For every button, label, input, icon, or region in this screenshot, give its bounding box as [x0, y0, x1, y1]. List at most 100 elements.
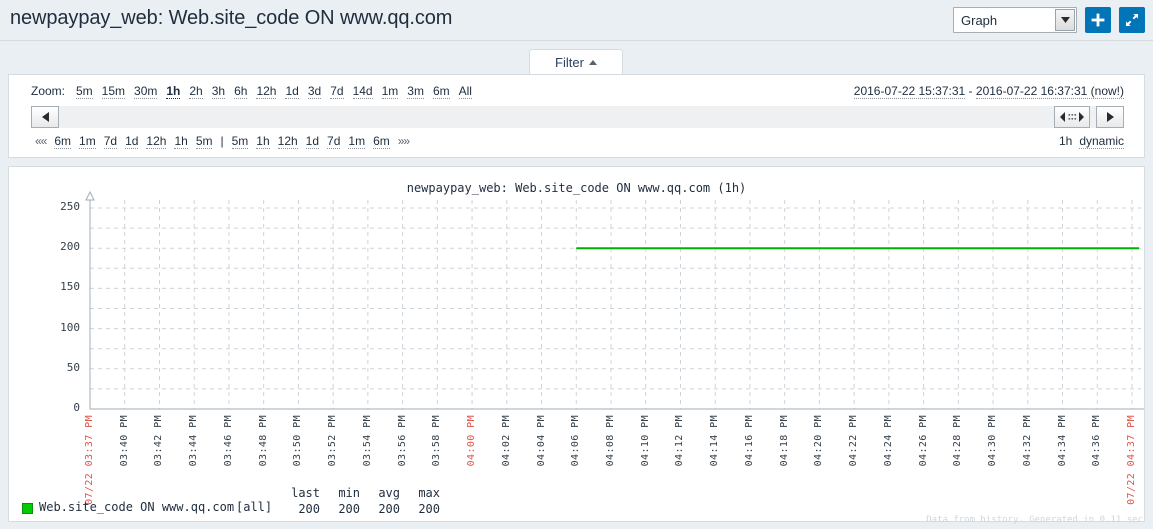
step-back-12h[interactable]: 12h	[146, 134, 167, 149]
zoom-link-2h[interactable]: 2h	[189, 84, 203, 99]
step-back-1h[interactable]: 1h	[174, 134, 188, 149]
zoom-link-1m[interactable]: 1m	[381, 84, 399, 99]
zoom-link-30m[interactable]: 30m	[134, 84, 158, 99]
x-tick-label: 03:52 PM	[327, 415, 339, 467]
x-tick-label: 03:48 PM	[257, 415, 269, 467]
y-tick-label: 150	[60, 280, 80, 294]
zoom-link-5m[interactable]: 5m	[76, 84, 93, 99]
page-title: newpaypay_web: Web.site_code ON www.qq.c…	[10, 7, 453, 29]
step-first-link[interactable]: ««	[35, 134, 47, 148]
step-back-5m[interactable]: 5m	[195, 134, 213, 149]
x-tick-label: 04:34 PM	[1056, 415, 1068, 467]
step-fwd-1m[interactable]: 1m	[348, 134, 366, 149]
triangle-right-icon	[1106, 112, 1114, 122]
x-tick-label: 04:02 PM	[500, 415, 512, 467]
x-tick-label: 03:40 PM	[118, 415, 130, 467]
zoom-link-1h[interactable]: 1h	[166, 84, 181, 99]
legend-col-value: 200	[298, 502, 320, 516]
x-tick-label: 04:16 PM	[743, 415, 755, 467]
step-fwd-6m[interactable]: 6m	[373, 134, 390, 149]
step-last-link[interactable]: »»	[398, 134, 410, 148]
zoom-link-1d[interactable]: 1d	[285, 84, 299, 99]
time-range: 2016-07-22 15:37:31 - 2016-07-22 16:37:3…	[853, 84, 1124, 99]
legend-stat-columns: last 200 min 200 avg 200 max 200	[280, 486, 440, 516]
step-back-1m[interactable]: 1m	[79, 134, 96, 149]
y-tick-label: 0	[73, 401, 80, 414]
zoom-label: Zoom:	[31, 84, 66, 98]
step-back-7d[interactable]: 7d	[103, 134, 118, 149]
step-divider: |	[220, 134, 224, 148]
step-back-6m[interactable]: 6m	[54, 134, 72, 149]
graph-page: newpaypay_web: Web.site_code ON www.qq.c…	[0, 0, 1153, 529]
triangle-left-icon	[41, 112, 49, 122]
zoom-link-12h[interactable]: 12h	[256, 84, 277, 99]
x-tick-label: 04:08 PM	[605, 415, 616, 467]
tab-strip: Filter	[0, 41, 1153, 75]
zoom-link-3m[interactable]: 3m	[407, 84, 424, 99]
fullscreen-button[interactable]	[1119, 7, 1145, 33]
range-grip-group[interactable]	[1054, 106, 1090, 128]
zoom-link-3h[interactable]: 3h	[211, 84, 226, 99]
step-fwd-1h[interactable]: 1h	[256, 134, 270, 149]
chart-svg	[85, 190, 1144, 410]
generation-note: Data from history. Generated in 0.11 sec	[926, 515, 1143, 525]
legend-col-value: 200	[338, 502, 360, 516]
legend-col-header: max	[418, 486, 440, 500]
step-fwd-12h[interactable]: 12h	[277, 134, 298, 149]
zoom-link-All[interactable]: All	[458, 84, 472, 99]
x-tick-label: 03:44 PM	[188, 415, 200, 467]
y-tick-label: 250	[60, 200, 80, 213]
zoom-row: Zoom: 5m 15m 30m 1h 2h 3h 6h 12h 1d 3d 7d 14d 1m 3m 6m…	[9, 84, 1144, 102]
range-from-link[interactable]: 2016-07-22 15:37:31	[853, 84, 966, 99]
range-to-link[interactable]: 2016-07-22 16:37:31 (now!)	[975, 84, 1124, 99]
view-type-value: Graph	[961, 12, 998, 28]
zoom-link-15m[interactable]: 15m	[101, 84, 126, 99]
resize-grip-icon	[1060, 112, 1084, 122]
x-tick-label: 04:36 PM	[1091, 415, 1103, 467]
header-actions: Graph	[953, 7, 1145, 33]
x-tick-label: 03:42 PM	[153, 415, 165, 467]
add-button[interactable]	[1085, 7, 1111, 33]
scroll-right-button[interactable]	[1096, 106, 1124, 128]
zoom-link-6h[interactable]: 6h	[234, 84, 248, 99]
time-scroll-track[interactable]	[31, 106, 1124, 128]
period-mode-link[interactable]: dynamic	[1079, 134, 1124, 149]
zoom-link-14d[interactable]: 14d	[352, 84, 373, 99]
x-tick-label: 04:06 PM	[570, 415, 582, 467]
x-tick-label: 04:26 PM	[917, 415, 929, 467]
axis-lines	[89, 200, 1144, 410]
legend-col-header: avg	[378, 486, 400, 500]
x-tick-label: 04:24 PM	[882, 415, 894, 467]
step-fwd-5m[interactable]: 5m	[231, 134, 249, 149]
chart-plot-area[interactable]: 0 50 100 150 200 250 07/22 03:37 PM 03:40 PM 03:…	[9, 167, 1144, 521]
legend-col-last: last 200	[280, 486, 320, 516]
range-resize-grip[interactable]	[1054, 106, 1090, 128]
legend-col-max: max 200	[400, 486, 440, 516]
zoom-link-list: 5m 15m 30m 1h 2h 3h 6h 12h 1d 3d 7d 14d 1m 3m 6m All	[76, 84, 472, 99]
chart-legend: Web.site_code ON www.qq.com [all] last 20…	[8, 478, 1145, 529]
legend-color-swatch	[22, 503, 33, 514]
expand-diagonal-icon	[1126, 14, 1138, 26]
step-fwd-7d[interactable]: 7d	[327, 134, 341, 149]
graph-panel: newpaypay_web: Web.site_code ON www.qq.c…	[8, 166, 1145, 522]
y-tick-label: 100	[60, 320, 80, 334]
scroll-left-button[interactable]	[31, 106, 59, 128]
tab-filter[interactable]: Filter	[529, 49, 623, 75]
step-row: «« 6m 1m 7d 1d 12h 1h 5m | 5m 1h 12h 1d 7d 1m 6m »» 1h d…	[9, 134, 1144, 152]
x-tick-label: 04:32 PM	[1021, 415, 1033, 467]
zoom-link-3d[interactable]: 3d	[307, 84, 322, 99]
x-tick-label: 03:46 PM	[222, 415, 234, 467]
step-fwd-1d[interactable]: 1d	[305, 134, 320, 149]
y-axis-arrow	[85, 190, 95, 201]
legend-aggregate: [all]	[236, 500, 273, 514]
time-scrollbar-row	[9, 106, 1144, 130]
zoom-link-6m[interactable]: 6m	[432, 84, 450, 99]
step-back-1d[interactable]: 1d	[125, 134, 139, 149]
filter-panel: Zoom: 5m 15m 30m 1h 2h 3h 6h 12h 1d 3d 7d 14d 1m 3m 6m…	[8, 74, 1145, 158]
x-tick-label: 03:56 PM	[396, 415, 408, 467]
view-type-select[interactable]: Graph	[953, 7, 1077, 33]
legend-item-label[interactable]: Web.site_code ON www.qq.com	[39, 500, 234, 514]
x-tick-label: 04:28 PM	[952, 415, 964, 467]
zoom-link-7d[interactable]: 7d	[330, 84, 344, 99]
chevron-down-icon[interactable]	[1055, 9, 1075, 31]
